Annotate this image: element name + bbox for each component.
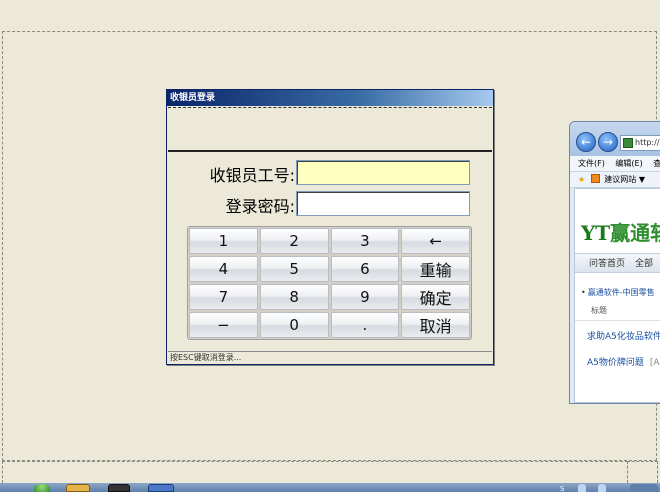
reset-key[interactable]: 重输 <box>401 256 470 282</box>
list-item[interactable]: 求助A5化妆品软件 <box>587 329 660 342</box>
menu-view[interactable]: 查 <box>653 159 660 168</box>
numeric-keypad: 1 2 3 ← 4 5 6 重输 7 8 9 确定 − 0 . 取消 <box>187 226 472 340</box>
start-orb-icon[interactable] <box>34 484 50 492</box>
dialog-title[interactable]: 收银员登录 <box>167 90 493 106</box>
password-input[interactable] <box>296 191 470 216</box>
key-7[interactable]: 7 <box>189 284 258 310</box>
back-arrow-icon[interactable]: ← <box>576 132 596 152</box>
dialog-status-hint: 按ESC键取消登录... <box>168 351 492 363</box>
nav-all[interactable]: 全部 <box>635 259 653 269</box>
address-bar[interactable]: http:// <box>620 135 660 151</box>
designer-frame-corner <box>627 461 658 483</box>
tray-network-icon[interactable] <box>578 484 586 492</box>
suggested-sites-link[interactable]: 建议网站 <box>604 175 636 184</box>
browser-window[interactable]: ← → http:// 文件(F) 编辑(E) 查 ★ 建议网站 ▼ YT赢通软… <box>569 121 660 404</box>
menu-edit[interactable]: 编辑(E) <box>615 159 642 168</box>
key-3[interactable]: 3 <box>330 228 400 254</box>
backspace-key[interactable]: ← <box>401 228 470 254</box>
key-5[interactable]: 5 <box>259 256 329 282</box>
browser-page: YT赢通软 问答首页全部 •赢通软件-中国零售 标题 求助A5化妆品软件 A5物… <box>574 188 660 403</box>
key-0[interactable]: 0 <box>259 312 329 338</box>
designer-frame-bottom <box>2 461 628 483</box>
page-icon <box>623 138 633 148</box>
cashier-id-row: 收银员工号: <box>167 160 493 186</box>
cashier-id-label: 收银员工号: <box>209 166 295 185</box>
decimal-key[interactable]: . <box>330 312 400 338</box>
cashier-login-dialog: 收银员登录 收银员工号: 登录密码: 1 2 3 ← 4 5 6 重输 7 8 … <box>166 89 494 365</box>
browser-toolbar: ← → http:// <box>570 122 660 156</box>
favorites-star-icon[interactable]: ★ <box>578 175 585 184</box>
address-text: http:// <box>635 138 660 147</box>
password-row: 登录密码: <box>167 191 493 217</box>
minus-key[interactable]: − <box>189 312 258 338</box>
browser-menubar: 文件(F) 编辑(E) 查 <box>570 156 660 172</box>
clock[interactable] <box>630 484 658 492</box>
key-4[interactable]: 4 <box>189 256 258 282</box>
app-window-icon[interactable] <box>148 484 174 492</box>
tray-volume-icon[interactable] <box>598 484 606 492</box>
list-item[interactable]: A5物价牌问题[A5 <box>587 355 660 368</box>
menu-file[interactable]: 文件(F) <box>578 159 605 168</box>
key-1[interactable]: 1 <box>189 228 258 254</box>
confirm-key[interactable]: 确定 <box>401 284 470 310</box>
cashier-id-input[interactable] <box>296 160 470 185</box>
dialog-banner <box>168 107 492 152</box>
key-6[interactable]: 6 <box>330 256 400 282</box>
key-2[interactable]: 2 <box>259 228 329 254</box>
dropdown-arrow-icon[interactable]: ▼ <box>639 175 645 184</box>
qq-icon[interactable] <box>108 484 130 492</box>
cancel-key[interactable]: 取消 <box>401 312 470 338</box>
forward-arrow-icon[interactable]: → <box>598 132 618 152</box>
key-8[interactable]: 8 <box>259 284 329 310</box>
password-label: 登录密码: <box>225 197 295 216</box>
key-9[interactable]: 9 <box>330 284 400 310</box>
tray-ime-indicator[interactable]: S <box>560 485 564 492</box>
suggested-sites-icon <box>590 174 600 183</box>
site-notice[interactable]: • 赢通软件-中国零售 <box>581 287 655 298</box>
table-header: 标题 <box>575 301 660 321</box>
nav-home[interactable]: 问答首页 <box>589 259 625 269</box>
folder-icon[interactable] <box>66 484 90 492</box>
site-logo[interactable]: YT赢通软 <box>581 217 660 246</box>
site-nav: 问答首页 全部 <box>575 253 660 273</box>
favorites-bar: ★ 建议网站 ▼ <box>570 172 660 188</box>
